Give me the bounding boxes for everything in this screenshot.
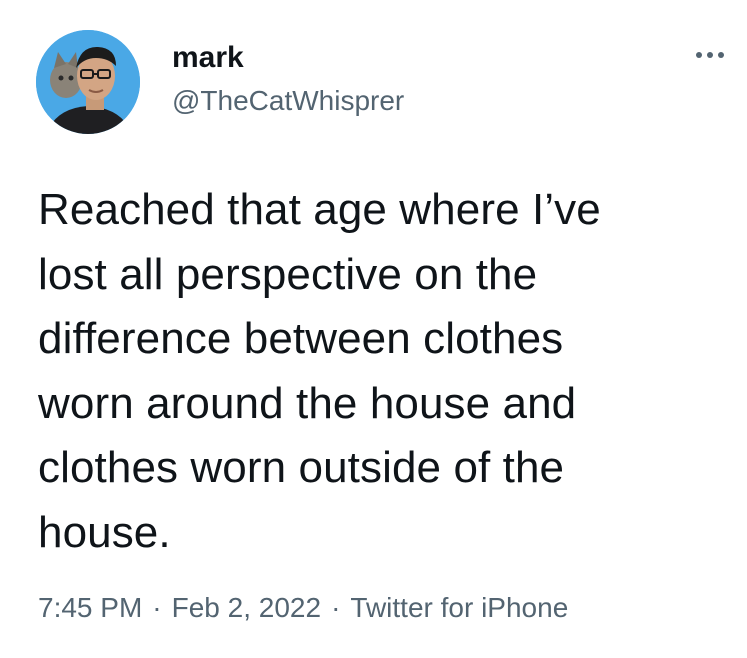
user-info: mark @TheCatWhisprer bbox=[172, 40, 404, 118]
user-handle[interactable]: @TheCatWhisprer bbox=[172, 84, 404, 118]
tweet-date-link[interactable]: Feb 2, 2022 bbox=[172, 592, 321, 623]
avatar[interactable] bbox=[36, 30, 140, 134]
display-name[interactable]: mark bbox=[172, 40, 404, 76]
meta-separator: · bbox=[152, 592, 162, 623]
tweet-meta: 7:45 PM · Feb 2, 2022 · Twitter for iPhone bbox=[38, 590, 568, 626]
more-options-button[interactable] bbox=[688, 40, 732, 70]
tweet-card: mark @TheCatWhisprer Reached that age wh… bbox=[0, 0, 747, 658]
tweet-time-link[interactable]: 7:45 PM bbox=[38, 592, 142, 623]
tweet-text: Reached that age where I’ve lost all per… bbox=[38, 185, 601, 557]
meta-separator: · bbox=[331, 592, 341, 623]
avatar-photo-icon bbox=[36, 30, 140, 134]
tweet-source-link[interactable]: Twitter for iPhone bbox=[350, 592, 568, 623]
more-horizontal-icon bbox=[696, 52, 724, 58]
